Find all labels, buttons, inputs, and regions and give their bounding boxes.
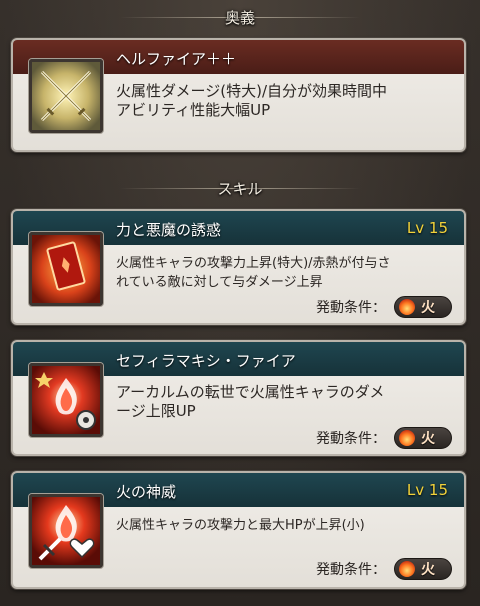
skill-level: Lv 15	[406, 481, 448, 499]
element-label: 火	[421, 431, 435, 447]
element-label: 火	[421, 562, 435, 578]
skill-card-2[interactable]: セフィラマキシ・ファイア アーカルムの転世で火属性キャラのダメ ージ上限UP 発…	[11, 340, 466, 456]
skill-card-1[interactable]: 力と悪魔の誘惑 Lv 15 火属性キャラの攻撃力上昇(特大)/赤熱が付与さ れて…	[11, 209, 466, 325]
fire-icon	[399, 430, 415, 446]
condition-label: 発動条件：	[316, 300, 386, 316]
fire-icon	[399, 561, 415, 577]
fire-element-badge: 火	[394, 296, 452, 318]
fire-sword-heart-icon	[29, 494, 103, 568]
crossed-swords-icon	[29, 59, 103, 133]
skill-level: Lv 15	[406, 219, 448, 237]
fire-gear-icon	[29, 363, 103, 437]
ougi-section-header: 奥義	[0, 3, 480, 31]
condition-label: 発動条件：	[316, 562, 386, 578]
fire-element-badge: 火	[394, 558, 452, 580]
condition-label: 発動条件：	[316, 431, 386, 447]
skill-description: アーカルムの転世で火属性キャラのダメ ージ上限UP	[116, 383, 385, 420]
devil-card-icon	[29, 232, 103, 306]
activation-condition: 発動条件： 火	[316, 426, 452, 450]
fire-element-badge: 火	[394, 427, 452, 449]
ougi-section-title: 奥義	[224, 8, 255, 27]
skill-card-3[interactable]: 火の神威 Lv 15 火属性キャラの攻撃力と最大HPが上昇(小) 発動条件： 火	[11, 471, 466, 589]
skill-description: 火属性キャラの攻撃力上昇(特大)/赤熱が付与さ れている敵に対して与ダメージ上昇	[116, 256, 391, 290]
ougi-card[interactable]: ヘルファイア＋＋ 火属性ダメージ(特大)/自分が効果時間中 アビリティ性能大幅U…	[11, 38, 466, 152]
fire-icon	[399, 299, 415, 315]
skill-section-header: スキル	[0, 174, 480, 202]
activation-condition: 発動条件： 火	[316, 295, 452, 319]
element-label: 火	[421, 300, 435, 316]
skill-section-title: スキル	[217, 179, 263, 198]
skill-description: 火属性キャラの攻撃力と最大HPが上昇(小)	[116, 518, 365, 533]
ougi-description: 火属性ダメージ(特大)/自分が効果時間中 アビリティ性能大幅UP	[116, 82, 388, 119]
activation-condition: 発動条件： 火	[316, 557, 452, 581]
